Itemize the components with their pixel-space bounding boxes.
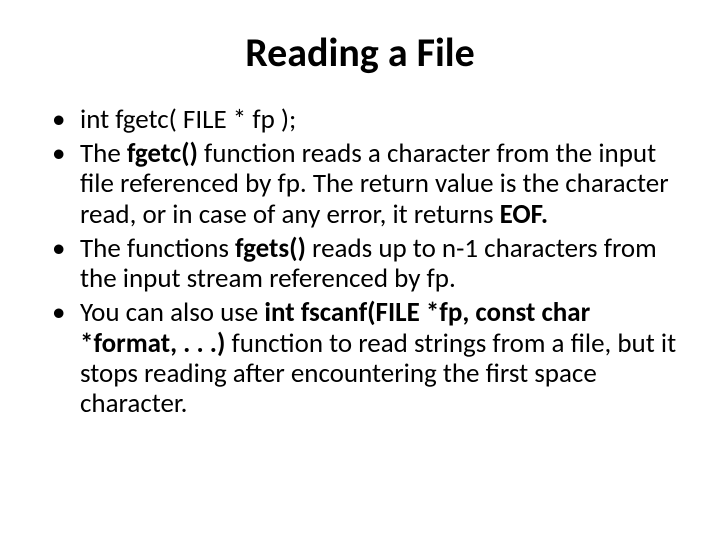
list-item: int fgetc( FILE * fp ); — [52, 105, 680, 135]
slide-title: Reading a File — [40, 28, 680, 77]
slide: Reading a File int fgetc( FILE * fp ); T… — [0, 0, 720, 540]
bold-text: fgets() — [235, 232, 306, 265]
list-item: The functions fgets() reads up to n-1 ch… — [52, 234, 680, 294]
bullet-text: int fgetc( FILE * fp ); — [80, 103, 296, 136]
bold-text: fgetc() — [127, 137, 198, 170]
list-item: You can also use int fscanf(FILE *fp, co… — [52, 298, 680, 419]
bold-text: EOF. — [500, 198, 548, 231]
bullet-text: The functions — [80, 232, 235, 265]
list-item: The fgetc() function reads a character f… — [52, 139, 680, 230]
bullet-text: You can also use — [80, 296, 264, 329]
bullet-list: int fgetc( FILE * fp ); The fgetc() func… — [52, 105, 680, 419]
bullet-text: The — [80, 137, 127, 170]
